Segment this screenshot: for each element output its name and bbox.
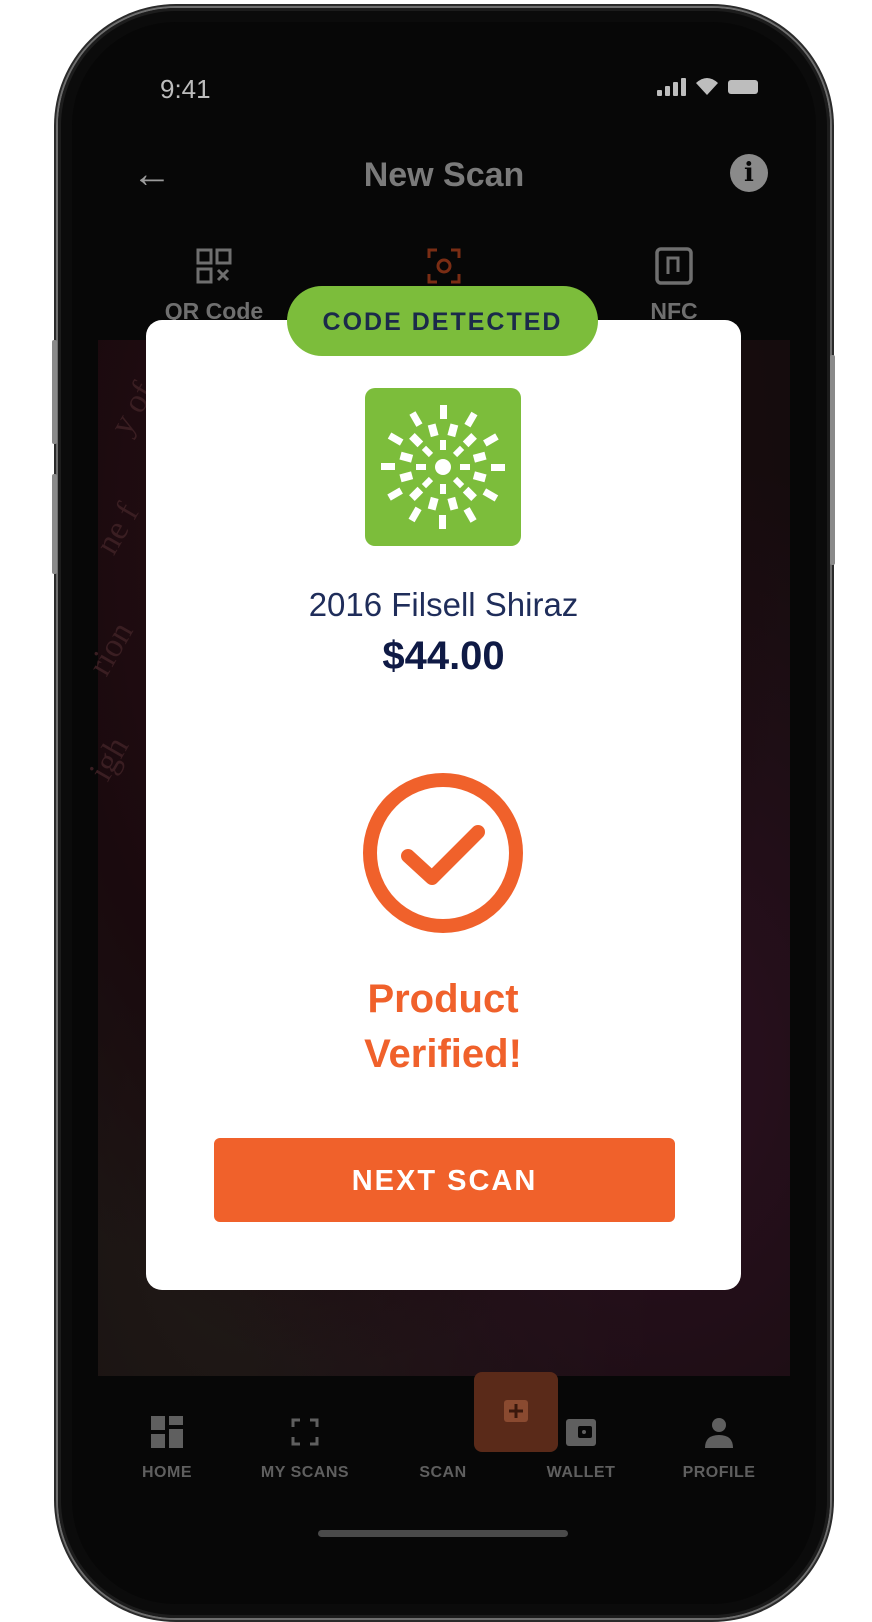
nav-label: PROFILE: [682, 1464, 756, 1481]
qr-code-icon: [196, 248, 232, 284]
user-icon: [705, 1418, 733, 1448]
status-icons: [657, 76, 758, 96]
info-icon[interactable]: i: [730, 154, 768, 192]
wifi-icon: [696, 78, 718, 95]
nav-label: MY SCANS: [260, 1464, 350, 1481]
nav-label: WALLET: [546, 1464, 616, 1481]
nav-label: HOME: [142, 1464, 192, 1481]
page-title: New Scan: [363, 156, 525, 194]
nav-label: SCAN: [419, 1464, 467, 1481]
next-scan-button[interactable]: NEXT SCAN: [214, 1138, 675, 1222]
wallet-icon: [566, 1419, 596, 1446]
home-indicator[interactable]: [318, 1530, 568, 1537]
nav-scan[interactable]: SCAN: [383, 1414, 503, 1482]
nav-profile[interactable]: PROFILE: [659, 1414, 779, 1482]
nav-home[interactable]: HOME: [107, 1414, 227, 1482]
tab-qr-code[interactable]: QR Code: [144, 244, 284, 325]
check-circle-icon: [363, 773, 523, 933]
product-pattern-icon: [381, 405, 505, 529]
verification-status: Product Verified!: [364, 977, 522, 1076]
product-price: $44.00: [382, 634, 505, 678]
status-time: 9:41: [160, 74, 211, 104]
camera-scan-icon: [427, 248, 461, 284]
battery-icon: [728, 80, 758, 94]
tab-nfc[interactable]: NFC: [604, 244, 744, 325]
side-button-power: [830, 355, 835, 565]
code-detected-badge: CODE DETECTED: [287, 286, 598, 356]
side-button-volume: [52, 474, 57, 574]
side-button-mute: [52, 340, 57, 444]
dashboard-icon: [151, 1416, 183, 1448]
nav-wallet[interactable]: WALLET: [521, 1414, 641, 1482]
product-thumbnail: [365, 388, 521, 546]
nav-my-scans[interactable]: MY SCANS: [245, 1414, 365, 1482]
product-name: 2016 Filsell Shiraz: [308, 586, 579, 623]
nfc-icon: [655, 247, 693, 285]
signal-icon: [657, 78, 686, 96]
scan-frame-icon: [291, 1418, 319, 1446]
